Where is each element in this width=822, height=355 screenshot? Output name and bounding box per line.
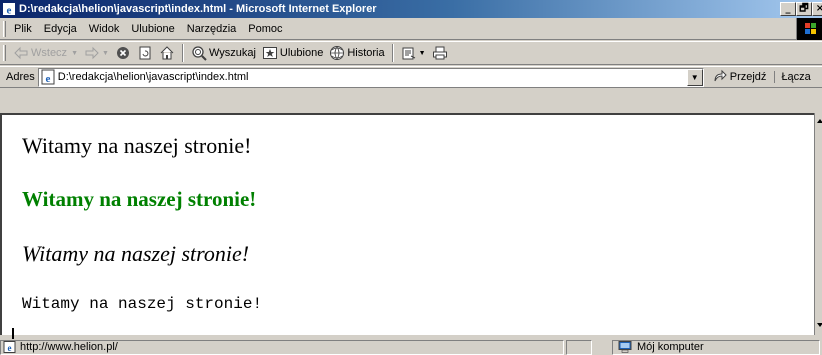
menu-tools[interactable]: Narzędzia <box>181 23 243 35</box>
address-bar: Adres e D:\redakcja\helion\javascript\in… <box>0 66 822 88</box>
menu-bar: Plik Edycja Widok Ulubione Narzędzia Pom… <box>0 18 822 40</box>
activity-throbber <box>796 18 822 40</box>
greeting-italic: Witamy na naszej stronie! <box>22 241 250 266</box>
computer-icon <box>618 341 632 353</box>
maximize-button[interactable]: 🗗 <box>796 2 812 16</box>
standard-toolbar: Wstecz ▼ ▼ Wyszukaj Ulubione Historia ▼ <box>0 41 822 65</box>
window-title: D:\redakcja\helion\javascript\index.html… <box>19 3 377 15</box>
back-label: Wstecz <box>31 47 68 59</box>
mail-button[interactable]: ▼ <box>398 45 429 61</box>
address-input[interactable]: e D:\redakcja\helion\javascript\index.ht… <box>37 67 704 87</box>
status-zone-pane: Mój komputer <box>612 339 820 355</box>
go-label: Przejdź <box>729 71 767 83</box>
windows-flag-icon <box>805 23 816 34</box>
home-button[interactable] <box>156 45 178 61</box>
page-icon: e <box>3 341 16 353</box>
scroll-up-icon[interactable] <box>817 119 822 123</box>
go-button[interactable]: Przejdź <box>712 69 767 85</box>
status-zone: Mój komputer <box>637 341 704 353</box>
go-arrow-icon <box>714 69 727 82</box>
status-text: http://www.helion.pl/ <box>20 341 118 353</box>
scroll-down-icon[interactable] <box>817 323 822 327</box>
links-button[interactable]: Łącza <box>774 71 811 83</box>
page-icon: e <box>41 69 55 85</box>
toolbar-separator <box>181 44 184 62</box>
page-content: Witamy na naszej stronie! Witamy na nasz… <box>0 113 814 339</box>
status-main-pane: e http://www.helion.pl/ <box>0 339 564 355</box>
ie-icon: e <box>3 3 15 17</box>
menu-file[interactable]: Plik <box>8 23 38 35</box>
home-icon <box>160 46 174 60</box>
greeting-monospace: Witamy na naszej stronie! <box>22 295 263 313</box>
toolbar-area-bottom <box>0 89 822 113</box>
address-label: Adres <box>6 71 35 83</box>
stop-button[interactable] <box>112 45 134 61</box>
svg-text:e: e <box>45 73 50 85</box>
mail-icon <box>402 47 415 60</box>
minimize-button[interactable]: _ <box>780 2 796 16</box>
status-bar: e http://www.helion.pl/ Mój komputer <box>0 339 822 355</box>
search-button[interactable]: Wyszukaj <box>188 45 259 61</box>
forward-arrow-icon <box>85 46 99 60</box>
close-button[interactable]: × <box>812 2 822 16</box>
toolbar-separator <box>391 44 394 62</box>
vertical-scrollbar[interactable] <box>814 113 822 335</box>
back-button[interactable]: Wstecz ▼ <box>10 45 81 61</box>
svg-text:e: e <box>8 343 12 353</box>
svg-text:e: e <box>7 5 12 17</box>
menu-favorites[interactable]: Ulubione <box>125 23 180 35</box>
menu-help[interactable]: Pomoc <box>242 23 288 35</box>
greeting-green-bold: Witamy na naszej stronie! <box>22 187 257 211</box>
title-bar: e D:\redakcja\helion\javascript\index.ht… <box>0 0 822 18</box>
favorites-button[interactable]: Ulubione <box>259 45 326 61</box>
back-arrow-icon <box>14 46 28 60</box>
menu-edit[interactable]: Edycja <box>38 23 83 35</box>
chevron-down-icon[interactable]: ▼ <box>71 50 78 57</box>
print-icon <box>432 46 447 60</box>
address-url: D:\redakcja\helion\javascript\index.html <box>57 71 249 83</box>
refresh-button[interactable] <box>134 45 156 61</box>
status-progress-pane <box>566 339 592 355</box>
stop-icon <box>116 47 129 59</box>
history-icon <box>330 46 345 60</box>
favorites-icon <box>262 47 277 59</box>
menu-view[interactable]: Widok <box>83 23 126 35</box>
favorites-label: Ulubione <box>279 47 324 59</box>
chevron-down-icon: ▼ <box>690 72 699 82</box>
forward-button[interactable]: ▼ <box>81 45 112 61</box>
greeting-plain: Witamy na naszej stronie! <box>22 133 252 158</box>
toolbar-grip[interactable] <box>3 45 6 61</box>
chevron-down-icon[interactable]: ▼ <box>102 50 109 57</box>
search-icon <box>192 46 207 61</box>
refresh-icon <box>139 46 151 60</box>
text-caret <box>12 328 14 339</box>
search-label: Wyszukaj <box>208 47 256 59</box>
chevron-down-icon[interactable]: ▼ <box>419 50 426 57</box>
history-label: Historia <box>347 47 385 59</box>
toolbar-grip[interactable] <box>3 21 6 37</box>
address-dropdown-button[interactable]: ▼ <box>686 68 703 86</box>
print-button[interactable] <box>429 45 451 61</box>
history-button[interactable]: Historia <box>326 45 387 61</box>
